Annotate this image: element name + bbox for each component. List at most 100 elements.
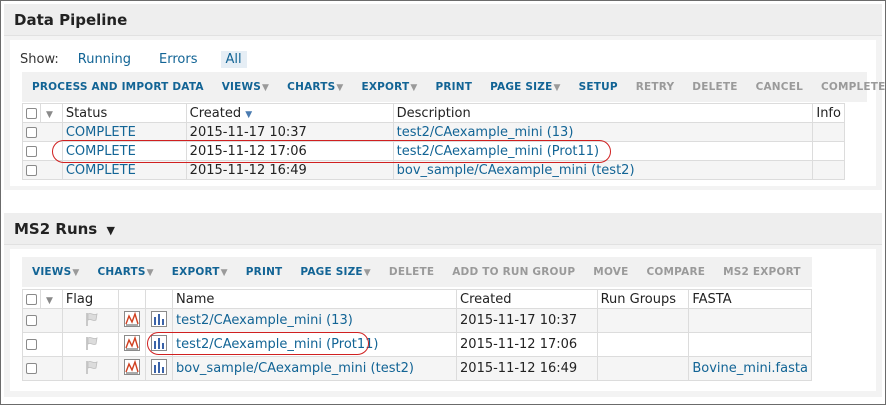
select-all-checkbox[interactable] (26, 107, 37, 119)
col-status[interactable]: Status (61, 103, 187, 123)
button-label: COMPARE (646, 266, 706, 278)
status-link[interactable]: COMPLETE (66, 125, 136, 140)
export-button[interactable]: EXPORT▼ (361, 81, 417, 93)
row-select[interactable] (22, 141, 63, 161)
views-button[interactable]: VIEWS▼ (222, 81, 269, 93)
description-link[interactable]: test2/CAexample_mini (Prot11) (397, 144, 599, 159)
move-button[interactable]: MOVE (593, 266, 628, 278)
compare-button[interactable]: COMPARE (647, 266, 706, 278)
row-checkbox[interactable] (26, 363, 37, 374)
col-created-label[interactable]: Created (190, 106, 241, 121)
row-checkbox[interactable] (26, 339, 37, 350)
description-link[interactable]: bov_sample/CAexample_mini (test2) (397, 163, 635, 178)
info-cell (812, 160, 845, 180)
created-cell: 2015-11-17 10:37 (185, 122, 394, 142)
fasta-link[interactable]: Bovine_mini.fasta (692, 361, 808, 376)
table-row: COMPLETE 2015-11-17 10:37 test2/CAexampl… (22, 122, 845, 142)
retry-button[interactable]: RETRY (636, 81, 675, 93)
column-menu-icon[interactable]: ▼ (46, 110, 53, 120)
process-and-import-data-button[interactable]: PROCESS AND IMPORT DATA (32, 81, 204, 93)
bar-chart-icon[interactable] (151, 334, 168, 355)
ms2-title[interactable]: MS2 Runs (14, 220, 97, 238)
delete-button[interactable]: DELETE (692, 81, 737, 93)
row-select[interactable] (22, 308, 63, 333)
page-size-button[interactable]: PAGE SIZE▼ (300, 266, 371, 278)
add-to-run-group-button[interactable]: ADD TO RUN GROUP (452, 266, 575, 278)
col-info[interactable]: Info (812, 103, 845, 123)
col-description[interactable]: Description (392, 103, 814, 123)
flag-cell[interactable] (61, 332, 120, 357)
chevron-down-icon[interactable]: ▼ (106, 224, 114, 237)
col-icon-a (118, 289, 147, 309)
select-all-cell[interactable] (22, 289, 41, 309)
cancel-button[interactable]: CANCEL (756, 81, 803, 93)
charts-button[interactable]: CHARTS▼ (97, 266, 153, 278)
complete-button[interactable]: COMPLETE (821, 81, 886, 93)
button-label: PROCESS AND IMPORT DATA (32, 81, 204, 93)
bar-chart-icon[interactable] (151, 310, 168, 331)
sort-desc-icon: ▼ (245, 109, 253, 120)
description-link[interactable]: test2/CAexample_mini (13) (397, 125, 574, 140)
col-fasta[interactable]: FASTA (688, 289, 812, 309)
page-size-button[interactable]: PAGE SIZE▼ (490, 81, 561, 93)
row-select[interactable] (22, 332, 63, 357)
ms2-toolbar: VIEWS▼ CHARTS▼ EXPORT▼ PRINT PAGE SIZE▼ DELET… (22, 257, 812, 287)
run-name-link[interactable]: test2/CAexample_mini (13) (176, 313, 353, 328)
row-checkbox[interactable] (26, 126, 37, 138)
select-all-cell[interactable] (22, 103, 41, 123)
delete-button[interactable]: DELETE (389, 266, 434, 278)
graph-icon[interactable] (124, 310, 141, 331)
flag-cell[interactable] (61, 308, 120, 333)
col-name[interactable]: Name (172, 289, 458, 309)
flag-icon[interactable] (83, 311, 99, 331)
show-label: Show: (20, 51, 59, 67)
column-menu[interactable]: ▼ (40, 103, 63, 123)
bar-chart-icon[interactable] (151, 358, 168, 379)
row-checkbox[interactable] (26, 164, 37, 176)
button-label: CANCEL (755, 81, 803, 93)
show-all[interactable]: All (220, 50, 247, 68)
row-select[interactable] (22, 356, 63, 381)
flag-icon[interactable] (83, 335, 99, 355)
panel-title[interactable]: MS2 Runs ▼ (4, 213, 882, 245)
status-link[interactable]: COMPLETE (66, 163, 136, 178)
charts-button[interactable]: CHARTS▼ (287, 81, 343, 93)
row-checkbox[interactable] (26, 315, 37, 326)
print-button[interactable]: PRINT (435, 81, 472, 93)
run-groups-cell (596, 332, 690, 357)
show-filter: Show: Running Errors All (20, 50, 265, 68)
ms2-export-button[interactable]: MS2 EXPORT (723, 266, 801, 278)
print-button[interactable]: PRINT (246, 266, 283, 278)
button-label: DELETE (388, 266, 435, 278)
show-errors[interactable]: Errors (154, 51, 202, 68)
button-label: VIEWS (32, 266, 72, 278)
chevron-down-icon: ▼ (363, 268, 371, 278)
flag-icon[interactable] (83, 359, 99, 379)
column-menu[interactable]: ▼ (40, 289, 63, 309)
graph-icon[interactable] (124, 334, 141, 355)
row-checkbox[interactable] (26, 145, 37, 157)
col-created[interactable]: Created ▼ (185, 103, 394, 123)
button-label: MOVE (593, 266, 629, 278)
table-row: bov_sample/CAexample_mini (test2) 2015-1… (22, 356, 812, 381)
graph-icon[interactable] (124, 358, 141, 379)
run-name-link[interactable]: test2/CAexample_mini (Prot11) (176, 337, 378, 352)
setup-button[interactable]: SETUP (579, 81, 618, 93)
ms2-grid: ▼ Flag Name Created Run Groups FASTA tes… (22, 289, 812, 381)
column-menu-icon[interactable]: ▼ (46, 296, 53, 306)
button-label: PRINT (435, 81, 473, 93)
row-select[interactable] (22, 122, 63, 142)
views-button[interactable]: VIEWS▼ (32, 266, 79, 278)
row-select[interactable] (22, 160, 63, 180)
show-running[interactable]: Running (73, 51, 136, 68)
col-created[interactable]: Created (456, 289, 598, 309)
flag-cell[interactable] (61, 356, 120, 381)
chevron-down-icon: ▼ (410, 83, 418, 93)
select-all-checkbox[interactable] (26, 293, 37, 305)
col-run-groups[interactable]: Run Groups (596, 289, 690, 309)
export-button[interactable]: EXPORT▼ (172, 266, 228, 278)
col-flag[interactable]: Flag (61, 289, 120, 309)
chevron-down-icon: ▼ (220, 268, 228, 278)
status-link[interactable]: COMPLETE (66, 144, 136, 159)
run-name-link[interactable]: bov_sample/CAexample_mini (test2) (176, 361, 414, 376)
